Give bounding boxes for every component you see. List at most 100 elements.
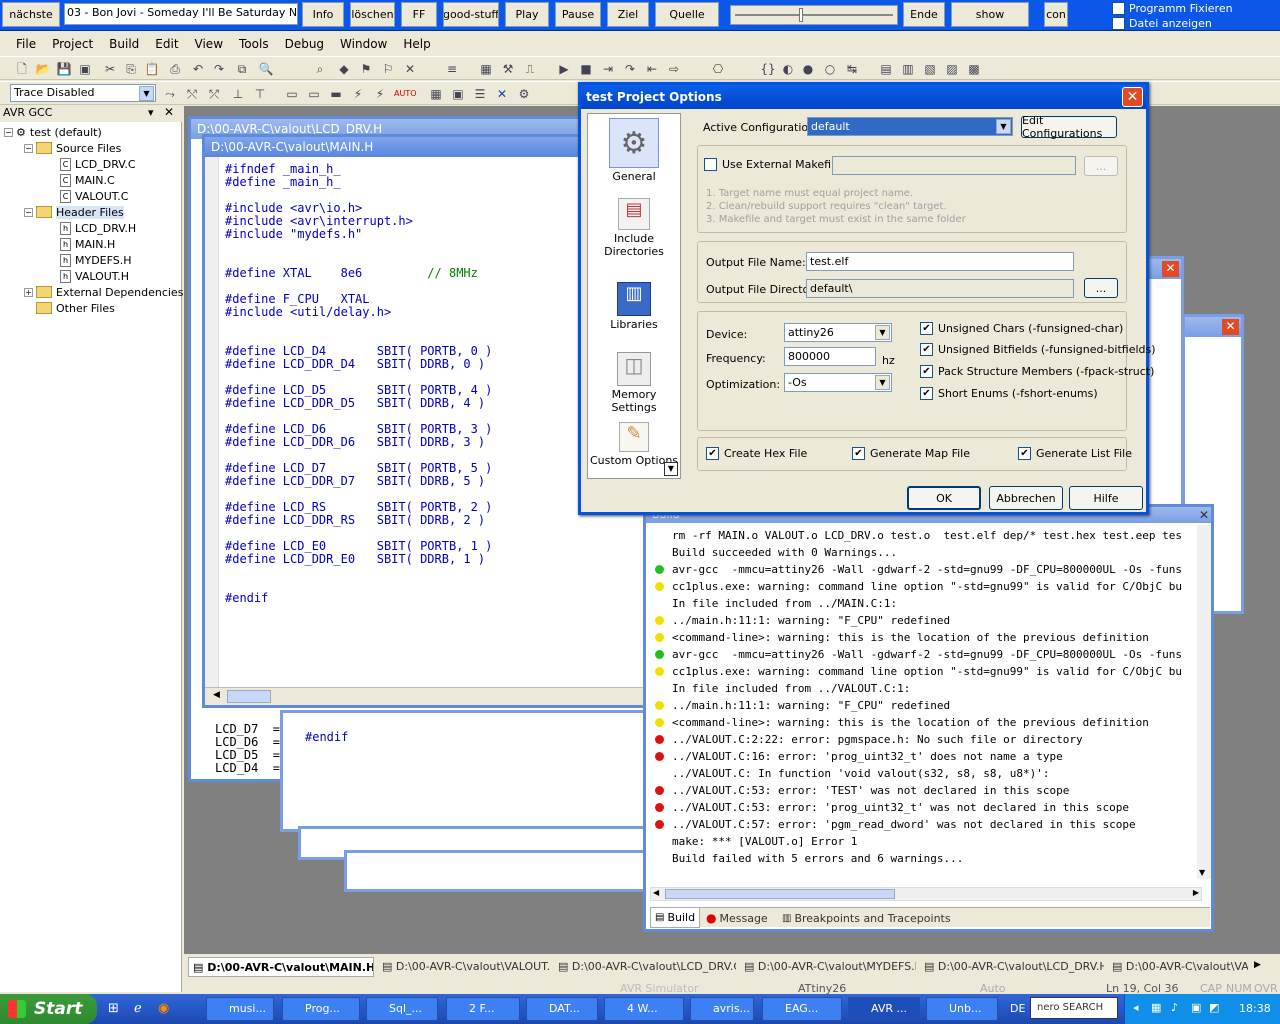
gen-map-check[interactable]: ✔ Generate Map File [852, 447, 970, 460]
position-slider[interactable] [730, 5, 898, 25]
show-file-check[interactable]: Datei anzeigen [1112, 16, 1280, 31]
collapse-icon[interactable]: − [4, 127, 13, 137]
clear-breakpoints-icon[interactable]: ○ [822, 61, 838, 77]
doc-tab-valout-h[interactable]: ▤ D:\00-AVR-C\valout\VAL [1108, 957, 1248, 977]
chevron-down-icon[interactable]: ▼ [875, 325, 890, 340]
build-line[interactable]: rm -rf MAIN.o VALOUT.o LCD_DRV.o test.o … [646, 527, 1198, 544]
build-line[interactable]: ../VALOUT.C:53: error: 'TEST' was not de… [646, 782, 1198, 799]
trace-dropdown[interactable]: Trace Disabled ▼ [10, 84, 156, 102]
target-button[interactable]: Ziel [607, 2, 649, 27]
checkbox-checked-icon[interactable]: ✔ [920, 387, 933, 400]
braces-icon[interactable]: {} [760, 61, 776, 77]
nero-search-field[interactable]: nero SEARCH [1030, 997, 1118, 1019]
checkbox-checked-icon[interactable]: ✔ [852, 447, 865, 460]
checkbox-checked-icon[interactable]: ✔ [920, 322, 933, 335]
active-config-dropdown[interactable]: default ▼ [807, 117, 1013, 136]
quicklaunch-icon[interactable]: ⊞ [108, 1001, 119, 1016]
menu-view[interactable]: View [187, 37, 231, 51]
build-line[interactable]: <command-line>: warning: this is the loc… [646, 629, 1198, 646]
bookmark-clear-icon[interactable]: ✕ [402, 61, 418, 77]
avr-icon[interactable]: ▭ [306, 86, 322, 102]
task-eagle[interactable]: EAG... [762, 997, 842, 1021]
task-firefox[interactable]: 2 F... [446, 997, 520, 1021]
new-file-icon[interactable]: 🗋 [14, 61, 30, 77]
device-dropdown[interactable]: attiny26 ▼ [784, 323, 892, 342]
build-line[interactable]: make: *** [VALOUT.o] Error 1 [646, 833, 1198, 850]
x-icon[interactable]: ✕ [494, 86, 510, 102]
option-unsigned-chars[interactable]: ✔ Unsigned Chars (-funsigned-char) [920, 322, 1123, 335]
firefox-icon[interactable]: ◉ [158, 1001, 169, 1016]
gen-list-check[interactable]: ✔ Generate List File [1018, 447, 1132, 460]
option-short-enums[interactable]: ✔ Short Enums (-fshort-enums) [920, 387, 1098, 400]
close-icon[interactable]: ✕ [1222, 319, 1239, 335]
build-line[interactable]: In file included from ../VALOUT.C:1: [646, 680, 1198, 697]
tab-message[interactable]: ● Message [702, 908, 772, 928]
doc-tab-lcd-drv-c[interactable]: ▤ D:\00-AVR-C\valout\LCD_DRV.C [554, 957, 736, 977]
scroll-thumb[interactable] [227, 690, 271, 703]
doc-tab-lcd-drv-h[interactable]: ▤ D:\00-AVR-C\valout\LCD_DRV.H [920, 957, 1104, 977]
menu-edit[interactable]: Edit [147, 37, 186, 51]
build-line[interactable]: avr-gcc -mmcu=attiny26 -Wall -gdwarf-2 -… [646, 646, 1198, 663]
step-out-icon[interactable]: ⇤ [644, 61, 660, 77]
bookmark-prev-icon[interactable]: ⚐ [380, 61, 396, 77]
rebuild-icon[interactable]: ⎍ [522, 61, 538, 77]
menu-help[interactable]: Help [395, 37, 438, 51]
menu-tools[interactable]: Tools [231, 37, 277, 51]
task-avris[interactable]: avris... [690, 997, 754, 1021]
build-line[interactable]: ../VALOUT.C:57: error: 'pgm_read_dword' … [646, 816, 1198, 833]
trace-icon[interactable]: ↹ [844, 61, 860, 77]
scroll-thumb[interactable] [665, 889, 895, 899]
close-icon[interactable]: ✕ [164, 105, 174, 119]
memory-icon[interactable]: ▥ [900, 61, 916, 77]
con-button[interactable]: con [1044, 2, 1068, 27]
doc-tab-valout-c[interactable]: ▤ D:\00-AVR-C\valout\VALOUT.C [378, 957, 550, 977]
edit-configurations-button[interactable]: Edit Configurations [1021, 114, 1117, 140]
trace-e-icon[interactable]: ⊤ [252, 86, 268, 102]
scroll-down-icon[interactable]: ▼ [1199, 868, 1205, 877]
checkbox-icon[interactable] [704, 158, 717, 171]
track-field[interactable]: 03 - Bon Jovi - Someday I'll Be Saturday… [64, 3, 298, 25]
dissassembler-icon[interactable]: ⎔ [710, 61, 726, 77]
option-pack-struct[interactable]: ✔ Pack Structure Members (-fpack-struct) [920, 365, 1154, 378]
fix-program-check[interactable]: ✔ Programm Fixieren [1112, 1, 1280, 16]
info-button[interactable]: Info [302, 2, 344, 27]
close-icon[interactable]: ✕ [1162, 261, 1179, 277]
checkbox-icon[interactable] [1112, 17, 1125, 30]
build-line[interactable]: ../VALOUT.C:2:22: error: pgmspace.h: No … [646, 731, 1198, 748]
save-icon[interactable]: 💾 [56, 61, 72, 77]
menu-build[interactable]: Build [101, 37, 147, 51]
build-icon[interactable]: ▦ [478, 61, 494, 77]
tree-source-files[interactable]: − Source Files [24, 140, 121, 156]
copy-icon[interactable]: ⎘ [123, 61, 139, 77]
run-to-cursor-icon[interactable]: ⇨ [666, 61, 682, 77]
ff-button[interactable]: FF [401, 2, 437, 27]
flash-icon[interactable]: ⚡ [372, 86, 388, 102]
output-dir-input[interactable]: default\ [806, 279, 1074, 298]
tab-scroll-right-icon[interactable]: ▶ [1254, 960, 1261, 970]
tree-file[interactable]: h VALOUT.H [60, 268, 129, 284]
menu-file[interactable]: File [8, 37, 44, 51]
paste-icon[interactable]: 📋 [144, 61, 160, 77]
show-button[interactable]: show [951, 2, 1029, 27]
build-line[interactable]: ../main.h:11:1: warning: "F_CPU" redefin… [646, 697, 1198, 714]
print-icon[interactable]: ⎙ [167, 61, 183, 77]
program-icon[interactable]: ⚡ [350, 86, 366, 102]
task-prog[interactable]: Prog... [282, 997, 360, 1021]
tree-file[interactable]: C MAIN.C [60, 172, 115, 188]
menu-debug[interactable]: Debug [277, 37, 332, 51]
doc-tab-mydefs-h[interactable]: ▤ D:\00-AVR-C\valout\MYDEFS.H [740, 957, 916, 977]
task-musi[interactable]: musi... [206, 997, 274, 1021]
security-icon[interactable]: ▣ [1191, 1001, 1201, 1014]
build-line[interactable]: ../main.h:11:1: warning: "F_CPU" redefin… [646, 612, 1198, 629]
tree-file[interactable]: h MAIN.H [60, 236, 115, 252]
checkbox-checked-icon[interactable]: ✔ [920, 365, 933, 378]
source-button[interactable]: Quelle [655, 2, 719, 27]
bookmark-icon[interactable]: ◆ [336, 61, 352, 77]
build-output-window[interactable]: Build ✕ rm -rf MAIN.o VALOUT.o LCD_DRV.o… [643, 504, 1214, 932]
doc-tab-main-h[interactable]: ▤ D:\00-AVR-C\valout\MAIN.H [188, 957, 374, 977]
task-pdf[interactable]: DAT... [526, 997, 598, 1021]
task-sql[interactable]: Sql_... [366, 997, 438, 1021]
register-icon[interactable]: ▧ [922, 61, 938, 77]
editor-window-behind[interactable]: #endif [280, 710, 650, 832]
chevron-down-icon[interactable]: ▼ [139, 86, 154, 101]
